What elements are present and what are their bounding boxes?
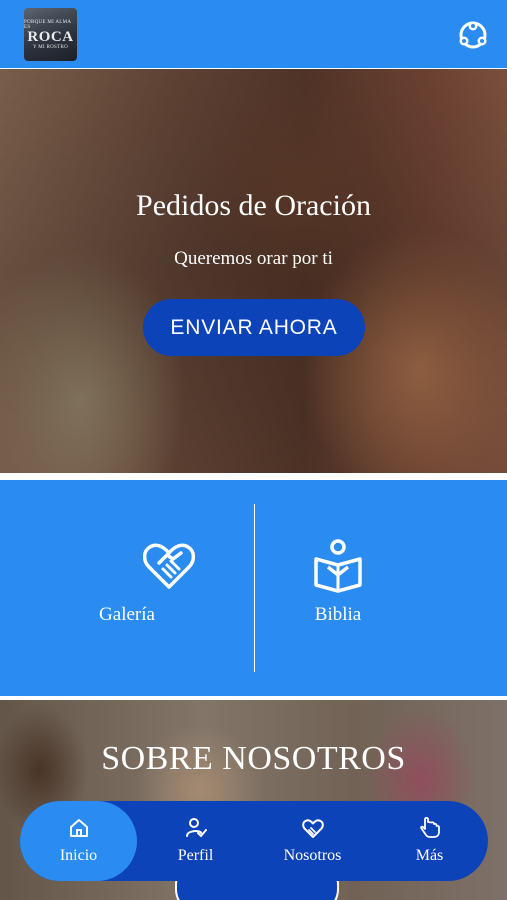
nav-about-label: Nosotros: [283, 847, 342, 864]
people-circle-icon[interactable]: [457, 20, 489, 50]
send-now-button[interactable]: ENVIAR AHORA: [143, 299, 365, 356]
app-header: PORQUE MI ALMA ES ROCA Y MI ROSTRO: [0, 0, 507, 68]
about-title: SOBRE NOSOTROS: [101, 740, 406, 777]
logo-line-2: ROCA: [27, 28, 74, 45]
banner-title: Pedidos de Oración: [136, 189, 371, 222]
bible-label: Biblia: [314, 604, 362, 625]
nav-about[interactable]: Nosotros: [254, 801, 371, 881]
nav-more[interactable]: Más: [371, 801, 488, 881]
person-check-icon: [185, 818, 207, 837]
hand-pointer-icon: [419, 817, 440, 838]
person-reading-icon: [314, 539, 362, 593]
gallery-label: Galería: [99, 604, 155, 625]
nav-more-label: Más: [415, 847, 444, 864]
nav-home-label: Inicio: [59, 847, 98, 864]
bottom-navigation: Inicio Perfil Nosotros Más: [20, 801, 488, 881]
handshake-heart-icon: [301, 819, 324, 838]
logo-line-1: PORQUE MI ALMA ES: [24, 19, 71, 30]
prayer-request-banner: Pedidos de Oración Queremos orar por ti …: [0, 69, 507, 473]
quick-links: Galería Biblia: [0, 480, 507, 696]
church-logo[interactable]: PORQUE MI ALMA ES ROCA Y MI ROSTRO: [24, 8, 77, 61]
banner-image: [0, 69, 507, 473]
banner-subtitle: Queremos orar por ti: [174, 248, 333, 269]
handshake-heart-icon: [142, 543, 196, 589]
bible-tile[interactable]: Biblia: [254, 480, 507, 696]
nav-home[interactable]: Inicio: [20, 801, 137, 881]
nav-profile-label: Perfil: [177, 847, 214, 864]
home-icon: [69, 819, 88, 837]
gallery-tile[interactable]: Galería: [0, 480, 253, 696]
nav-profile[interactable]: Perfil: [137, 801, 254, 881]
logo-line-3: Y MI ROSTRO: [32, 44, 69, 50]
